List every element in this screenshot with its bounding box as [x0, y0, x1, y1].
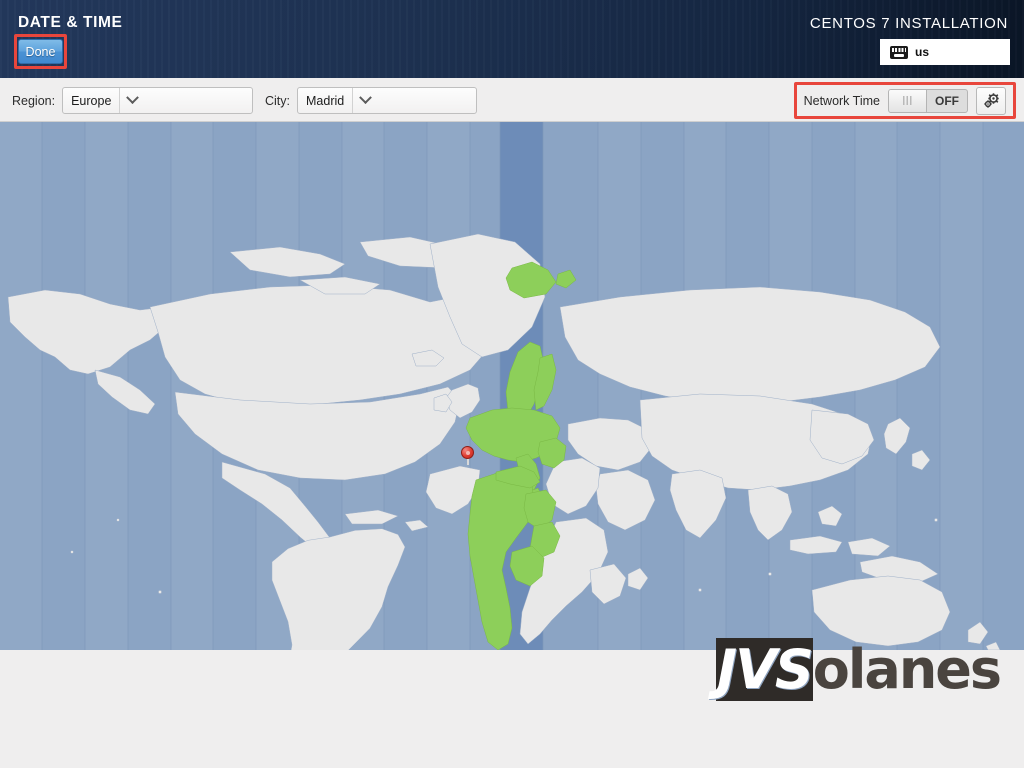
date-time-screen: DATE & TIME Done CENTOS 7 INSTALLATION u… [0, 0, 1024, 768]
keyboard-icon [890, 45, 908, 59]
region-group: Region: Europe [12, 87, 254, 114]
city-label: City: [265, 93, 290, 108]
city-group: City: Madrid [265, 87, 477, 114]
map-canvas: .land { fill:#e8e8e8; stroke:#9fb0c8; st… [0, 122, 1024, 650]
network-time-highlight: Network Time OFF [793, 82, 1016, 119]
world-timezone-map[interactable]: .land { fill:#e8e8e8; stroke:#9fb0c8; st… [0, 122, 1024, 650]
network-time-state: OFF [935, 93, 959, 108]
keyboard-layout-indicator[interactable]: us [880, 39, 1010, 65]
gear-icon [983, 93, 999, 108]
done-button[interactable]: Done [18, 39, 63, 64]
network-time-toggle[interactable]: OFF [888, 88, 968, 113]
page-title: DATE & TIME [18, 14, 123, 31]
window-header: DATE & TIME Done CENTOS 7 INSTALLATION u… [0, 0, 1024, 78]
network-time-settings-button[interactable] [976, 86, 1006, 115]
region-chevron-down-icon[interactable] [119, 88, 145, 113]
network-time-label: Network Time [803, 93, 880, 108]
region-value: Europe [71, 93, 112, 108]
keyboard-layout-label: us [915, 45, 930, 59]
city-dropdown[interactable]: Madrid [297, 87, 477, 114]
installation-title: CENTOS 7 INSTALLATION [809, 15, 1008, 32]
datetime-bottom-bar: 17:43 PM 24-hour AM/PM February 28 2015 [0, 650, 1024, 768]
done-button-highlight: Done [14, 34, 67, 69]
region-label: Region: [12, 93, 56, 108]
toggle-knob [889, 89, 927, 112]
city-chevron-down-icon[interactable] [352, 88, 378, 113]
timezone-toolbar: Region: Europe City: Madrid Network Time… [0, 78, 1024, 122]
region-dropdown[interactable]: Europe [62, 87, 254, 114]
city-value: Madrid [306, 93, 345, 108]
